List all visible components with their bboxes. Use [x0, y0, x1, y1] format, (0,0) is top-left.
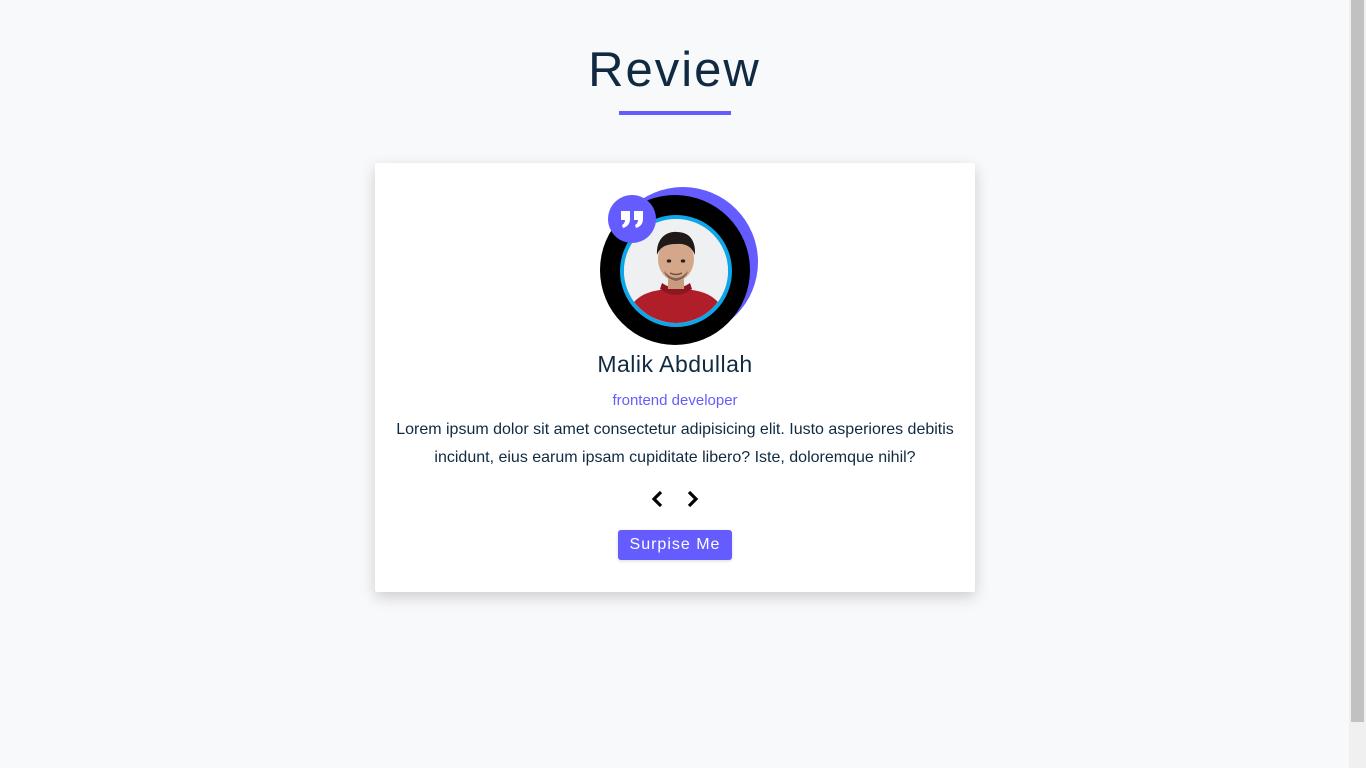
page-title: Review — [588, 43, 761, 97]
title-underline — [619, 111, 731, 115]
surprise-me-button[interactable]: Surpise Me — [618, 530, 732, 560]
prev-button[interactable] — [645, 487, 671, 511]
chevron-right-icon — [687, 491, 699, 507]
quote-icon — [608, 195, 656, 243]
author-name: Malik Abdullah — [597, 351, 753, 377]
chevron-left-icon — [651, 491, 663, 507]
review-page: Review Malik Abdullah frontend developer… — [0, 0, 1366, 768]
author-job: frontend developer — [612, 392, 738, 409]
review-card: Malik Abdullah frontend developer Lorem … — [375, 163, 975, 592]
scrollbar-thumb[interactable] — [1351, 0, 1364, 722]
next-button[interactable] — [679, 487, 705, 511]
avatar-container — [600, 187, 758, 345]
vertical-scrollbar[interactable] — [1349, 0, 1366, 768]
quote-glyph — [621, 211, 643, 228]
navigation-buttons — [645, 487, 705, 511]
review-text: Lorem ipsum dolor sit amet consectetur a… — [396, 421, 954, 466]
